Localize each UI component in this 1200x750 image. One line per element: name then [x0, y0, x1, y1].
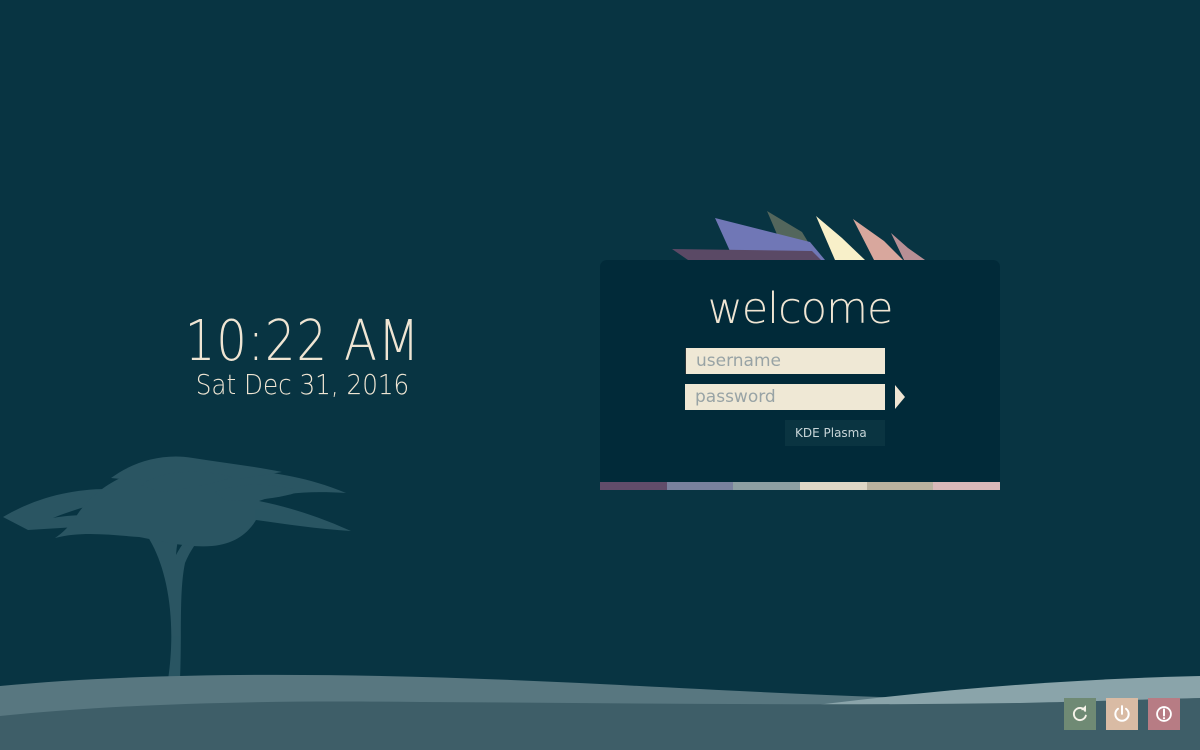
arrow-right-icon[interactable]: [895, 385, 905, 409]
welcome-heading: welcome: [707, 284, 894, 334]
suspend-icon: [1156, 706, 1172, 722]
clock-date: Sat Dec 31, 2016: [195, 368, 410, 401]
acacia-tree: [3, 456, 351, 680]
power-icon: [1114, 705, 1130, 722]
login-screen: 10:22 AM Sat Dec 31, 2016 welcome KDE Pl…: [0, 0, 1200, 750]
stripe-segment-2: [666, 482, 734, 490]
stripe-segment-5: [866, 482, 934, 490]
stripe-segment-6: [933, 482, 1000, 490]
stripe-segment-4: [800, 482, 867, 490]
color-stripe: [600, 482, 1000, 490]
stripe-segment-3: [733, 482, 801, 490]
reboot-button[interactable]: [1064, 698, 1096, 730]
password-input[interactable]: [685, 384, 885, 410]
stripe-segment-1: [600, 482, 667, 490]
session-selector[interactable]: KDE Plasma: [785, 420, 885, 446]
reboot-icon: [1072, 705, 1087, 722]
hill-front: [0, 698, 1200, 750]
clock-widget: 10:22 AM Sat Dec 31, 2016: [150, 306, 455, 402]
username-input[interactable]: [685, 348, 885, 374]
suspend-button[interactable]: [1148, 698, 1180, 730]
login-panel: welcome KDE Plasma: [600, 260, 1000, 490]
shutdown-button[interactable]: [1106, 698, 1138, 730]
decorative-flags: [672, 211, 925, 260]
